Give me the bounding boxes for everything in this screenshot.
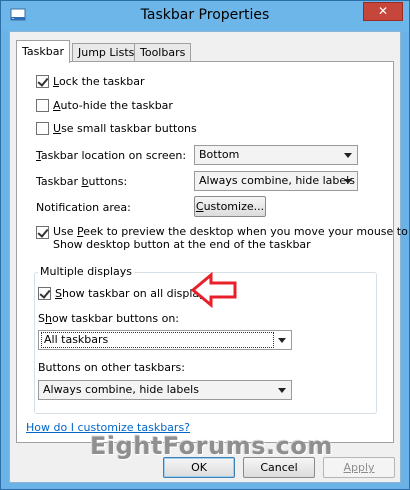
taskbar-location-select[interactable]: Bottom [194,145,358,165]
show-on-all-displays-label: Show taskbar on all displays [55,287,212,300]
window-title: Taskbar Properties [140,7,270,23]
show-on-all-displays-checkbox-row[interactable]: Show taskbar on all displays [38,287,211,300]
close-icon: ✕ [377,4,389,18]
multiple-displays-title: Multiple displays [38,265,134,278]
chevron-down-icon [344,179,352,184]
other-taskbars-label: Buttons on other taskbars: [38,361,185,374]
tab-jump-lists[interactable]: Jump Lists [72,43,141,62]
chevron-down-icon [278,338,286,343]
auto-hide-checkbox-row[interactable]: Auto-hide the taskbar [36,99,173,112]
tab-taskbar[interactable]: Taskbar [16,40,70,63]
auto-hide-checkbox[interactable] [36,99,49,112]
ok-button[interactable]: OK [163,457,235,478]
notification-area-label: Notification area: [36,201,131,214]
eightforums-watermark: EightForums.com [90,432,333,460]
peek-checkbox-row[interactable]: Use Peek to preview the desktop when you… [36,225,410,251]
peek-label: Use Peek to preview the desktop when you… [53,225,410,251]
other-taskbars-select[interactable]: Always combine, hide labels [38,380,292,400]
peek-checkbox[interactable] [36,226,49,239]
red-arrow-annotation-icon [191,272,237,308]
small-buttons-checkbox[interactable] [36,122,49,135]
lock-taskbar-checkbox[interactable] [36,75,49,88]
chevron-down-icon [278,388,286,393]
show-buttons-on-select[interactable]: All taskbars [38,330,292,350]
tab-toolbars[interactable]: Toolbars [134,43,192,62]
show-on-all-displays-checkbox[interactable] [38,287,51,300]
taskbar-location-label: Taskbar location on screen: [36,149,187,162]
small-buttons-checkbox-row[interactable]: Use small taskbar buttons [36,122,197,135]
cancel-button[interactable]: Cancel [243,457,315,478]
taskbar-tab-panel: Lock the taskbar Auto-hide the taskbar U… [16,61,410,443]
apply-button[interactable]: Apply [323,457,395,478]
taskbar-buttons-label: Taskbar buttons: [36,175,128,188]
lock-taskbar-checkbox-row[interactable]: Lock the taskbar [36,75,145,88]
taskbar-buttons-select[interactable]: Always combine, hide labels [194,171,358,191]
dialog-client-area: Taskbar Jump Lists Toolbars Lock the tas… [9,31,410,483]
close-button[interactable]: ✕ [363,2,403,21]
customize-button[interactable]: Customize... [194,196,266,217]
taskbar-properties-window: Taskbar Properties ✕ Taskbar Jump Lists … [0,0,410,490]
chevron-down-icon [344,153,352,158]
show-buttons-on-label: Show taskbar buttons on: [38,312,180,325]
auto-hide-label: Auto-hide the taskbar [53,99,173,112]
title-bar[interactable]: Taskbar Properties ✕ [1,1,409,31]
lock-taskbar-label: Lock the taskbar [53,75,145,88]
small-buttons-label: Use small taskbar buttons [53,122,197,135]
